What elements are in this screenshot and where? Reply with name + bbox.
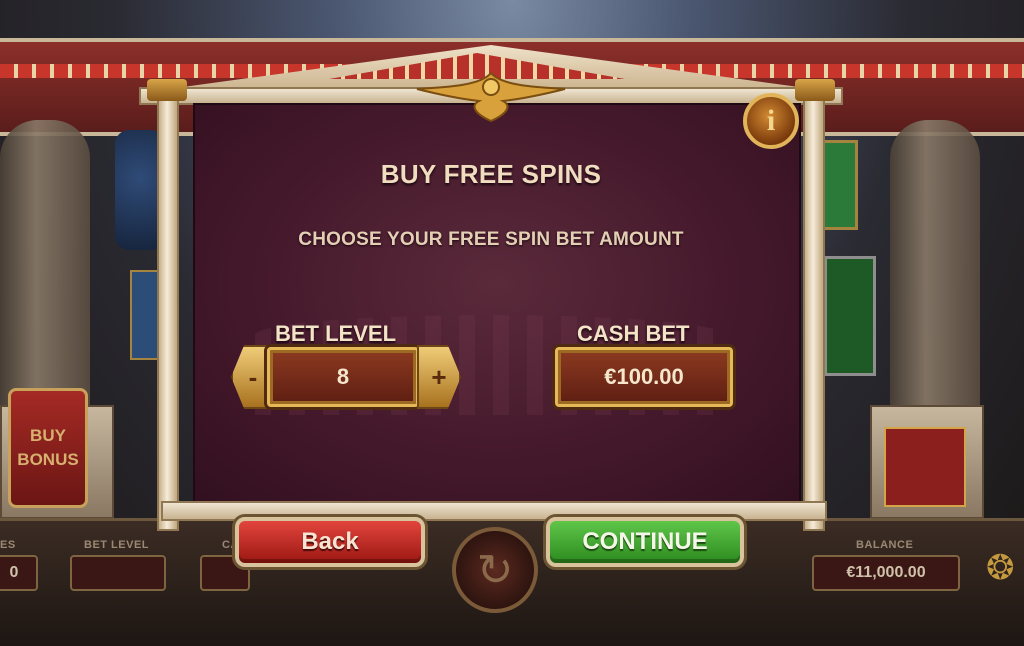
buy-free-spins-dialog: i BUY FREE SPINS CHOOSE YOUR FREE SPIN B… [139,45,843,567]
dialog-column-left [157,91,179,531]
back-button[interactable]: Back [235,517,425,567]
balance-label: BALANCE [856,539,914,551]
cash-bet-value: €100.00 [555,347,733,407]
spin-button[interactable]: ↻ [452,527,538,613]
gladiator-statue-left [0,120,90,420]
free-spins-value: 0 [0,555,38,591]
dialog-column-right [803,91,825,531]
continue-button[interactable]: CONTINUE [546,517,744,567]
refresh-icon: ↻ [476,545,514,595]
laurel-plaque [884,427,966,507]
buy-bonus-button[interactable]: BUY BONUS [8,388,88,508]
reel-symbol-green [824,256,876,376]
pedestal-right [870,405,984,519]
gladiator-statue-right [890,120,980,420]
free-spins-label: ES [0,539,16,551]
ornament-menu-icon[interactable]: ❂ [986,548,1015,588]
hud-bet-level-label: BET LEVEL [84,539,150,551]
hud-bet-level-value[interactable] [70,555,166,591]
bet-level-label: BET LEVEL [275,321,397,346]
dialog-subtitle: CHOOSE YOUR FREE SPIN BET AMOUNT [298,229,684,250]
info-button[interactable]: i [743,93,799,149]
info-icon: i [766,104,776,137]
dialog-title: BUY FREE SPINS [380,159,602,189]
cash-bet-label: CASH BET [577,321,690,346]
column-capital-left [147,79,187,101]
column-capital-right [795,79,835,101]
balance-value: €11,000.00 [812,555,960,591]
eagle-emblem-icon [411,65,571,125]
bet-level-value: 8 [267,347,419,407]
